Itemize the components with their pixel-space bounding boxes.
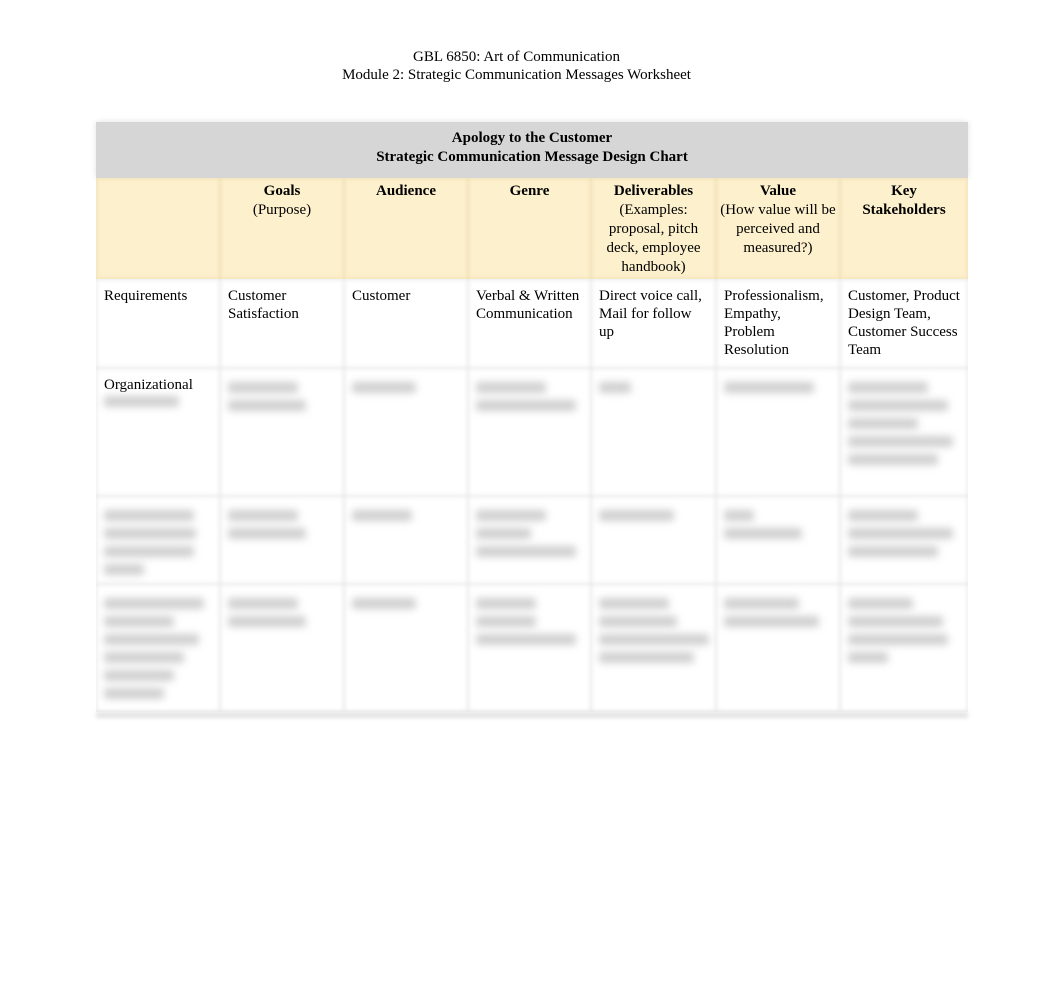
cell-blurred: [840, 368, 968, 496]
column-title: Value: [759, 183, 797, 199]
cell-blurred: [716, 368, 840, 496]
module-title: Module 2: Strategic Communication Messag…: [342, 67, 691, 83]
chart-title: Apology to the Customer: [451, 130, 613, 146]
cell-blurred: [840, 496, 968, 584]
chart-title-band: Apology to the Customer Strategic Commun…: [96, 122, 968, 178]
document-header: GBL 6850: Art of Communication Module 2:…: [0, 48, 1062, 84]
column-header-deliverables: Deliverables (Examples: proposal, pitch …: [591, 178, 716, 279]
column-header-blank: [96, 178, 220, 279]
cell-blurred: [220, 496, 344, 584]
cell-blurred: [220, 368, 344, 496]
cell-blurred: [591, 496, 716, 584]
cell-goals: Customer Satisfaction: [220, 279, 344, 368]
column-header-key-stakeholders: Key Stakeholders: [840, 178, 968, 279]
cell-blurred: [840, 584, 968, 712]
cell-value: Professionalism, Empathy, Problem Resolu…: [716, 279, 840, 368]
cell-deliverables: Direct voice call, Mail for follow up: [591, 279, 716, 368]
cell-blurred: [96, 496, 220, 584]
column-title: Genre: [509, 183, 550, 199]
cell-blurred: [716, 584, 840, 712]
cell-blurred: [344, 496, 468, 584]
column-title: Deliverables: [613, 183, 694, 199]
chart-header-row: Goals (Purpose) Audience Genre Deliverab…: [96, 178, 968, 279]
column-header-value: Value (How value will be perceived and m…: [716, 178, 840, 279]
table-row: [96, 584, 968, 712]
blurred-text: [104, 396, 179, 407]
message-design-chart: Apology to the Customer Strategic Commun…: [96, 122, 968, 718]
cell-blurred: [468, 584, 591, 712]
column-subtitle: (Purpose): [252, 202, 312, 218]
cell-genre: Verbal & Written Communication: [468, 279, 591, 368]
cell-blurred: [591, 584, 716, 712]
table-row: [96, 496, 968, 584]
cell-audience: Customer: [344, 279, 468, 368]
table-row: Organizational: [96, 368, 968, 496]
cell-key-stakeholders: Customer, Product Design Team, Customer …: [840, 279, 968, 368]
table-bottom-edge: [96, 712, 968, 718]
cell-blurred: [716, 496, 840, 584]
cell-blurred: [220, 584, 344, 712]
cell-blurred: [344, 368, 468, 496]
column-header-goals: Goals (Purpose): [220, 178, 344, 279]
cell-blurred: [344, 584, 468, 712]
column-title: Audience: [376, 183, 436, 199]
cell-blurred: [468, 496, 591, 584]
row-label: Requirements: [96, 279, 220, 368]
cell-blurred: [591, 368, 716, 496]
row-label: Organizational: [96, 368, 220, 496]
table-row: Requirements Customer Satisfaction Custo…: [96, 279, 968, 368]
column-subtitle: (Examples: proposal, pitch deck, employe…: [606, 202, 701, 275]
chart-subtitle: Strategic Communication Message Design C…: [376, 149, 688, 165]
cell-blurred: [468, 368, 591, 496]
cell-blurred: [96, 584, 220, 712]
column-header-genre: Genre: [468, 178, 591, 279]
column-subtitle: (How value will be perceived and measure…: [720, 202, 836, 256]
column-header-audience: Audience: [344, 178, 468, 279]
column-title: Key Stakeholders: [862, 183, 946, 218]
row-label-text: Organizational: [104, 377, 193, 393]
column-title: Goals: [263, 183, 301, 199]
course-title: GBL 6850: Art of Communication: [413, 49, 620, 65]
